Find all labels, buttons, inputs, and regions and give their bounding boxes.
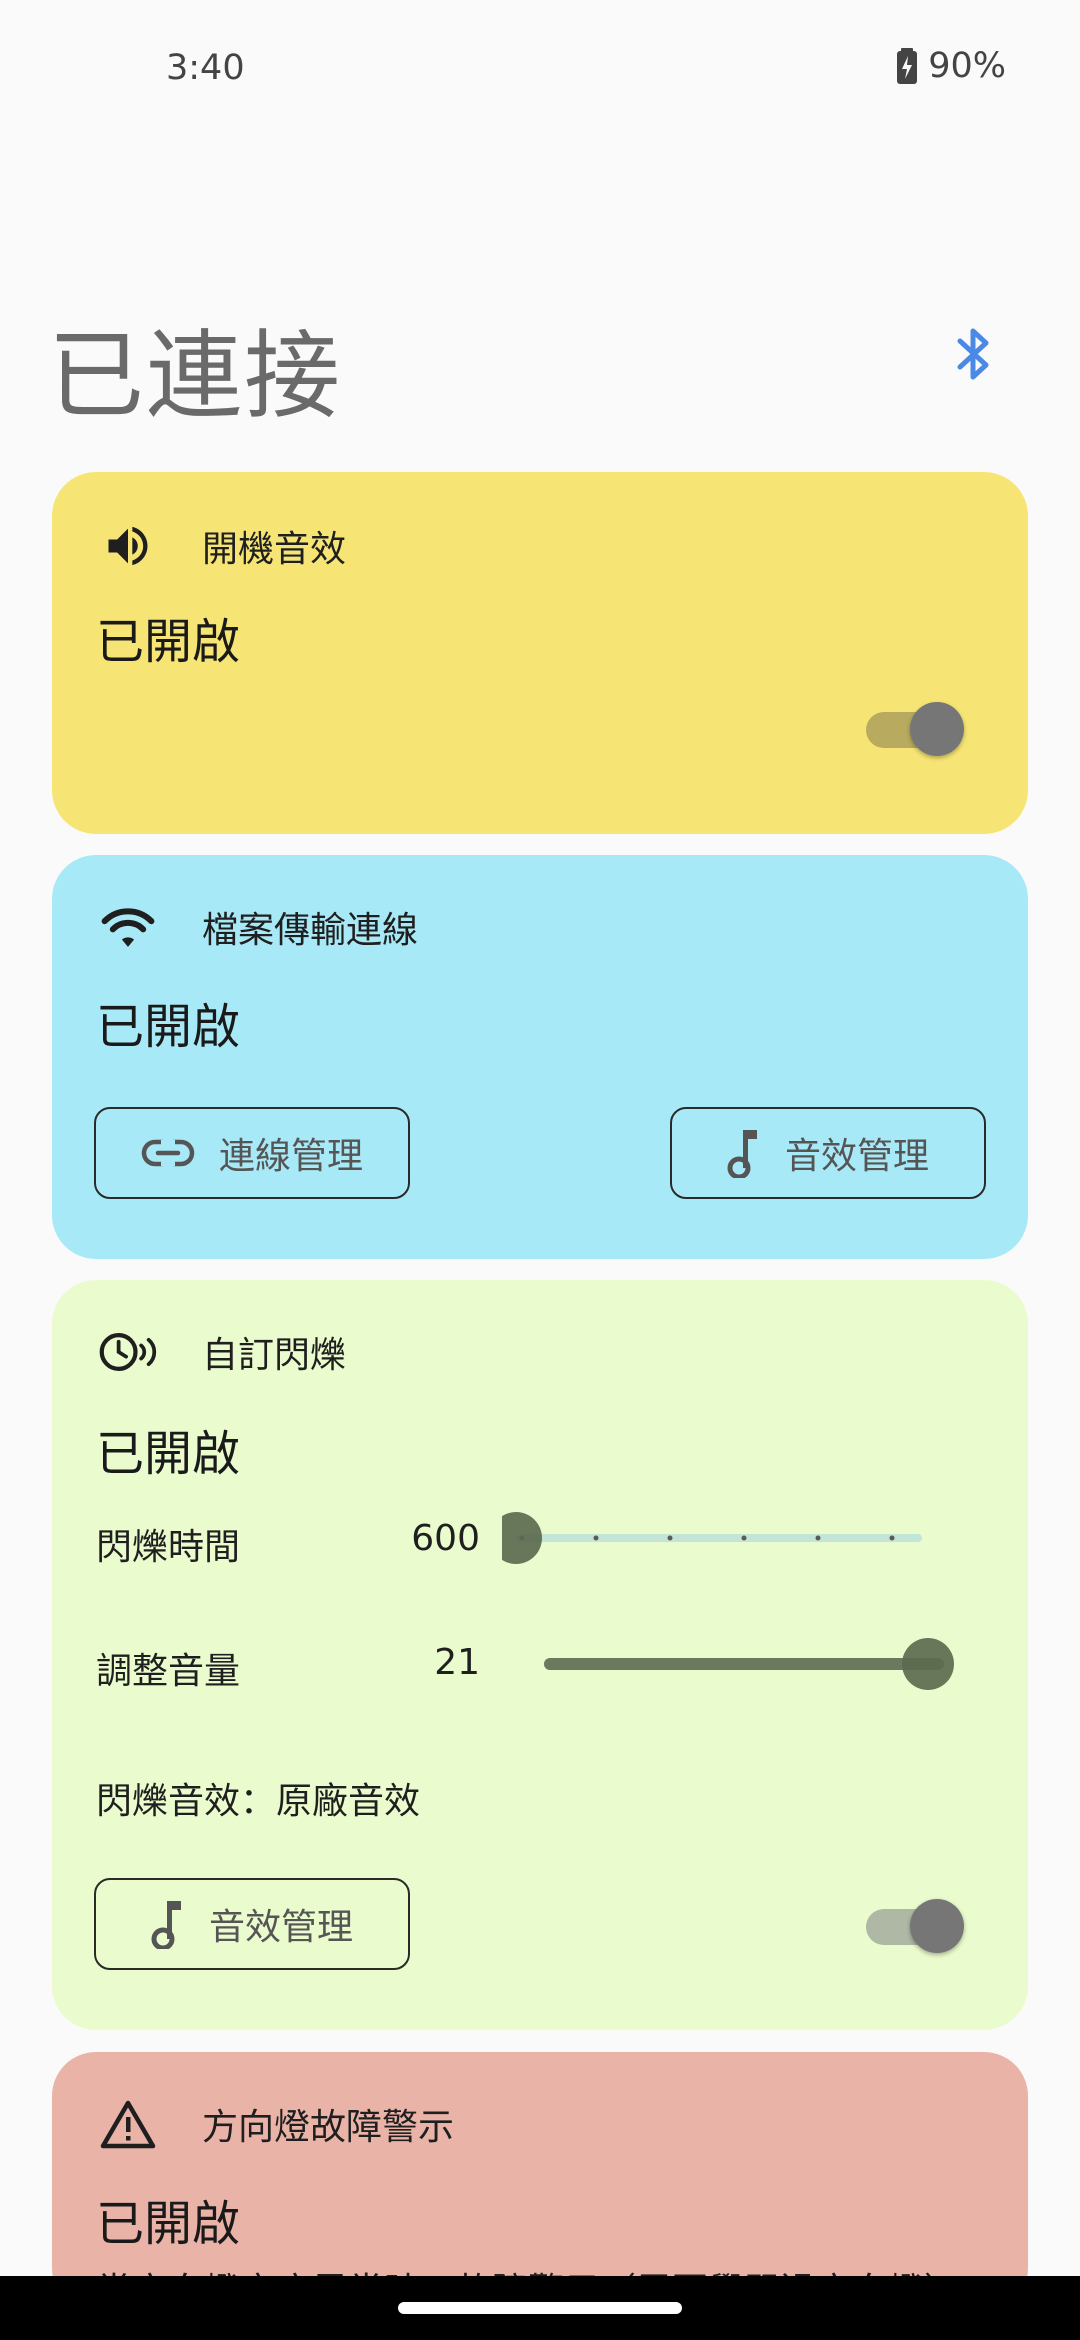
- custom-flash-card: 自訂閃爍 已開啟 閃爍時間 600 調整音量 21 閃爍音效：原廠音效 音效管理: [52, 1280, 1028, 2030]
- card-header: 自訂閃爍: [98, 1322, 346, 1382]
- status-right: 90%: [896, 46, 1006, 86]
- button-label: 連線管理: [218, 1136, 363, 1177]
- card-status: 已開啟: [96, 614, 241, 670]
- bluetooth-icon: [957, 328, 989, 380]
- connection-manage-button[interactable]: 連線管理: [94, 1107, 410, 1199]
- card-header: 檔案傳輸連線: [98, 897, 418, 957]
- card-header: 開機音效: [98, 516, 346, 576]
- wifi-icon: [98, 897, 158, 957]
- file-transfer-card: 檔案傳輸連線 已開啟 連線管理 音效管理: [52, 855, 1028, 1259]
- card-status: 已開啟: [96, 2196, 241, 2252]
- battery-charging-icon: [897, 48, 918, 84]
- turn-signal-warning-card: 方向燈故障警示 已開啟 當方向燈亮度異常時，故障警示（需要學習過方向燈）: [52, 2052, 1028, 2312]
- slider-thumb[interactable]: [502, 1512, 542, 1564]
- volume-value: 21: [434, 1642, 480, 1683]
- battery-percentage: 90%: [928, 46, 1006, 86]
- gesture-handle[interactable]: [398, 2302, 682, 2314]
- flash-sound-manage-button[interactable]: 音效管理: [94, 1878, 410, 1970]
- card-title: 檔案傳輸連線: [202, 910, 419, 951]
- startup-sound-card: 開機音效 已開啟: [52, 472, 1028, 834]
- warning-icon: [98, 2094, 158, 2154]
- slider-active-track: [544, 1658, 944, 1670]
- bluetooth-button[interactable]: [936, 316, 1012, 392]
- flash-time-value: 600: [411, 1518, 480, 1559]
- card-status: 已開啟: [96, 1426, 241, 1482]
- card-title: 方向燈故障警示: [202, 2107, 455, 2148]
- music-note-icon: [727, 1128, 761, 1178]
- page-title: 已連接: [48, 320, 342, 432]
- button-label: 音效管理: [208, 1907, 353, 1948]
- custom-flash-toggle[interactable]: [866, 1899, 964, 1953]
- volume-label: 調整音量: [96, 1651, 241, 1692]
- volume-icon: [98, 516, 158, 576]
- link-icon: [141, 1138, 195, 1168]
- volume-slider[interactable]: [528, 1634, 968, 1694]
- toggle-thumb: [910, 702, 964, 756]
- toggle-thumb: [910, 1899, 964, 1953]
- slider-thumb[interactable]: [902, 1638, 954, 1690]
- card-header: 方向燈故障警示: [98, 2094, 454, 2154]
- navigation-bar: [0, 2276, 1080, 2340]
- card-title: 開機音效: [202, 529, 347, 570]
- alarm-flash-icon: [98, 1322, 158, 1382]
- status-bar: 3:40 90%: [0, 0, 1080, 140]
- flash-time-label: 閃爍時間: [96, 1527, 241, 1568]
- music-note-icon: [151, 1899, 185, 1949]
- card-status: 已開啟: [96, 999, 241, 1055]
- slider-track: [516, 1534, 922, 1542]
- button-label: 音效管理: [784, 1136, 929, 1177]
- startup-sound-toggle[interactable]: [866, 702, 964, 756]
- sound-manage-button[interactable]: 音效管理: [670, 1107, 986, 1199]
- status-time: 3:40: [166, 48, 245, 88]
- flash-time-slider[interactable]: [502, 1508, 942, 1568]
- flash-sound-text: 閃爍音效：原廠音效: [96, 1781, 421, 1822]
- card-title: 自訂閃爍: [202, 1335, 347, 1376]
